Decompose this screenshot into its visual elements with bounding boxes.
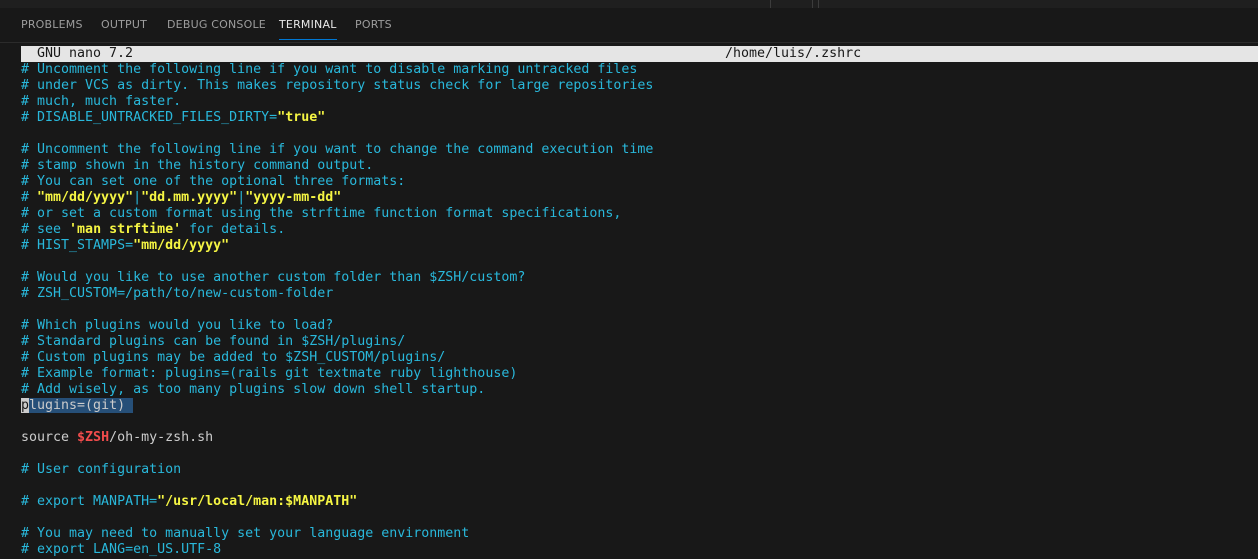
code-token: $ZSH	[77, 430, 110, 445]
editor-line: # stamp shown in the history command out…	[21, 158, 373, 174]
editor-top-strip	[0, 0, 1258, 8]
code-token: # DISABLE_UNTRACKED_FILES_DIRTY=	[21, 110, 278, 125]
editor-line: # You can set one of the optional three …	[21, 174, 405, 190]
editor-line: # You may need to manually set your lang…	[21, 526, 469, 542]
code-token: # Standard plugins can be found in $ZSH/…	[21, 334, 406, 349]
editor-line: # HIST_STAMPS="mm/dd/yyyy"	[21, 238, 229, 254]
code-token: # Uncomment the following line if you wa…	[21, 142, 654, 157]
nano-file-path: /home/luis/.zshrc	[725, 46, 862, 61]
editor-line: # Which plugins would you like to load?	[21, 318, 333, 334]
text-cursor: p	[21, 398, 30, 413]
editor-line: # Add wisely, as too many plugins slow d…	[21, 382, 485, 398]
divider	[812, 0, 813, 8]
code-token: /oh-my-zsh.sh	[109, 430, 214, 445]
tab-debug-console[interactable]: DEBUG CONSOLE	[167, 18, 266, 31]
code-token: "true"	[277, 110, 326, 125]
editor-line: # Uncomment the following line if you wa…	[21, 62, 637, 78]
editor-line: # under VCS as dirty. This makes reposit…	[21, 78, 653, 94]
tab-terminal[interactable]: TERMINAL	[279, 18, 337, 40]
code-token: # Example format: plugins=(rails git tex…	[21, 366, 518, 381]
code-token: # User configuration	[21, 462, 182, 477]
code-token: # You can set one of the optional three …	[21, 174, 406, 189]
code-token: |	[133, 190, 142, 205]
divider	[818, 0, 819, 8]
editor-line: # see 'man strftime' for details.	[21, 222, 285, 238]
code-token: # or set a custom format using the strft…	[21, 206, 622, 221]
editor-line: # Would you like to use another custom f…	[21, 270, 525, 286]
editor-line: # ZSH_CUSTOM=/path/to/new-custom-folder	[21, 286, 333, 302]
code-token: source	[21, 430, 78, 445]
code-token: # Would you like to use another custom f…	[21, 270, 526, 285]
editor-line: # much, much faster.	[21, 94, 181, 110]
code-token: # much, much faster.	[21, 94, 182, 109]
code-token: "yyyy-mm-dd"	[245, 190, 342, 205]
editor-line: source $ZSH/oh-my-zsh.sh	[21, 430, 213, 446]
editor-line: # export LANG=en_US.UTF-8	[21, 542, 221, 558]
editor-line: plugins=(git)	[21, 398, 134, 414]
tab-problems[interactable]: PROBLEMS	[21, 18, 83, 31]
editor-line: # Uncomment the following line if you wa…	[21, 142, 653, 158]
code-token: # export MANPATH=	[21, 494, 158, 509]
nano-program-name: GNU nano 7.2	[37, 46, 134, 61]
code-token: "/usr/local/man:$MANPATH"	[157, 494, 358, 509]
code-token: # Custom plugins may be added to $ZSH_CU…	[21, 350, 446, 365]
code-token: # Uncomment the following line if you wa…	[21, 62, 638, 77]
editor-line: # User configuration	[21, 462, 181, 478]
tab-output[interactable]: OUTPUT	[101, 18, 147, 31]
code-token: # HIST_STAMPS=	[21, 238, 134, 253]
code-token: # Add wisely, as too many plugins slow d…	[21, 382, 486, 397]
code-token: |	[237, 190, 246, 205]
code-token: # ZSH_CUSTOM=/path/to/new-custom-folder	[21, 286, 334, 301]
code-token: "dd.mm.yyyy"	[141, 190, 238, 205]
editor-line: # Example format: plugins=(rails git tex…	[21, 366, 517, 382]
editor-line: # DISABLE_UNTRACKED_FILES_DIRTY="true"	[21, 110, 325, 126]
code-token: # under VCS as dirty. This makes reposit…	[21, 78, 654, 93]
editor-line: # "mm/dd/yyyy"|"dd.mm.yyyy"|"yyyy-mm-dd"	[21, 190, 341, 206]
panel-tab-bar: PROBLEMS OUTPUT DEBUG CONSOLE TERMINAL P…	[0, 8, 1258, 43]
code-token: # see	[21, 222, 70, 237]
code-token: lugins=(git)	[29, 398, 134, 413]
code-token: # You may need to manually set your lang…	[21, 526, 470, 541]
editor-line: # export MANPATH="/usr/local/man:$MANPAT…	[21, 494, 357, 510]
editor-line: # or set a custom format using the strft…	[21, 206, 621, 222]
code-token: "mm/dd/yyyy"	[133, 238, 230, 253]
code-token: # Which plugins would you like to load?	[21, 318, 334, 333]
code-token: "mm/dd/yyyy"	[37, 190, 134, 205]
nano-title-bar: GNU nano 7.2 /home/luis/.zshrc	[21, 46, 1258, 62]
code-token: 'man strftime'	[69, 222, 182, 237]
code-token: # export LANG=en_US.UTF-8	[21, 542, 222, 557]
code-token: # stamp shown in the history command out…	[21, 158, 374, 173]
terminal[interactable]: GNU nano 7.2 /home/luis/.zshrc # Uncomme…	[21, 46, 1258, 559]
code-token: for details.	[181, 222, 286, 237]
editor-line: # Standard plugins can be found in $ZSH/…	[21, 334, 405, 350]
editor-line: # Custom plugins may be added to $ZSH_CU…	[21, 350, 445, 366]
tab-ports[interactable]: PORTS	[355, 18, 392, 31]
code-token: #	[21, 190, 38, 205]
divider	[770, 0, 771, 8]
